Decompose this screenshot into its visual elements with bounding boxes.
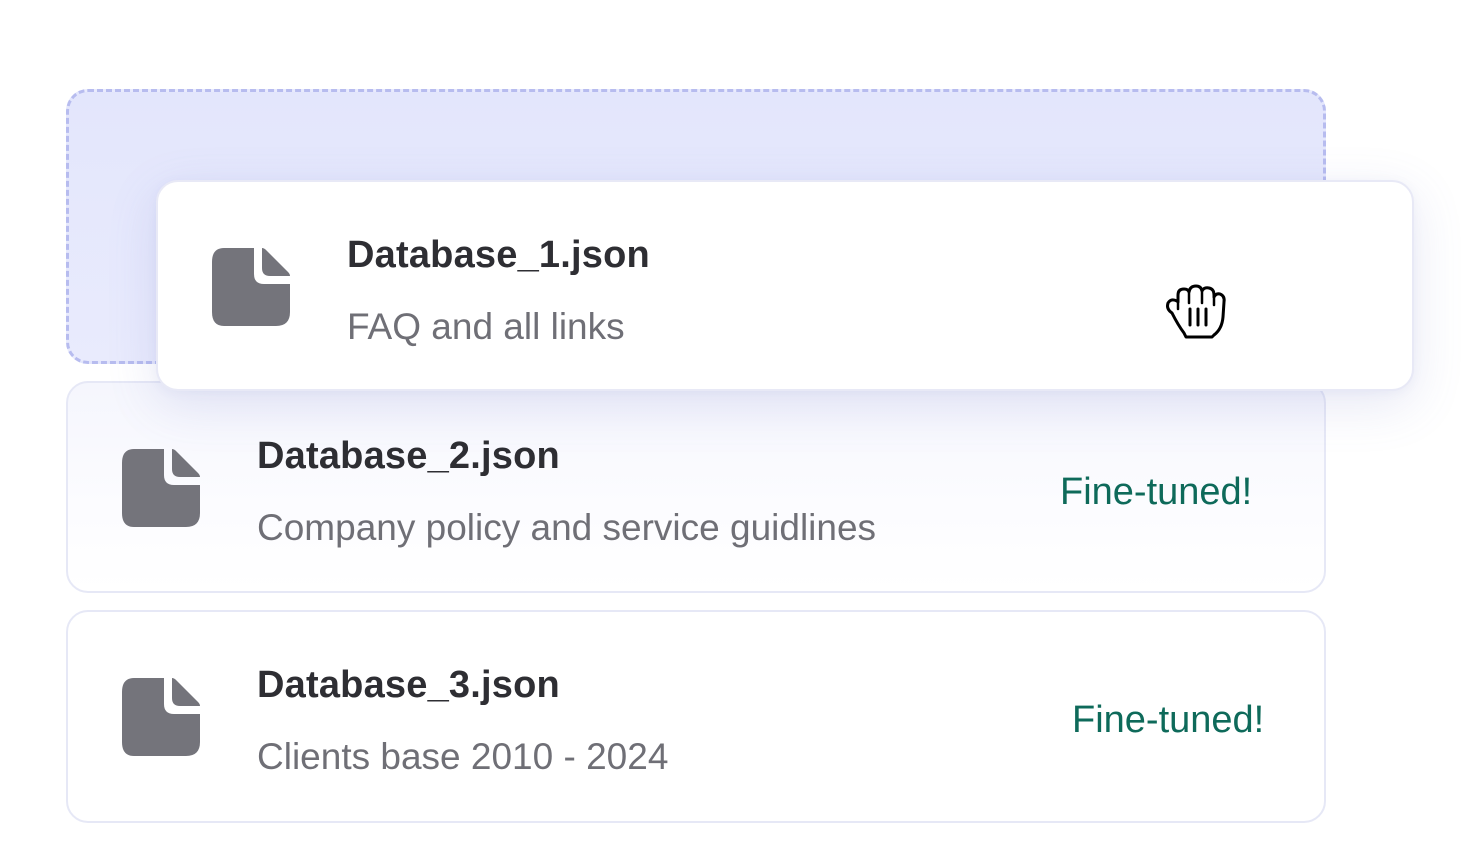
file-name: Database_2.json xyxy=(257,435,560,477)
file-description: Clients base 2010 - 2024 xyxy=(257,736,669,777)
file-list-stage: Database_2.json Company policy and servi… xyxy=(0,0,1462,841)
status-badge: Fine-tuned! xyxy=(1072,699,1265,741)
file-card-database-3[interactable]: Database_3.json Clients base 2010 - 2024… xyxy=(66,610,1326,823)
status-badge: Fine-tuned! xyxy=(1060,471,1253,513)
file-description: Company policy and service guidlines xyxy=(257,507,877,548)
document-icon xyxy=(120,447,202,529)
document-icon xyxy=(120,676,202,758)
file-name: Database_3.json xyxy=(257,664,560,706)
document-icon xyxy=(210,246,292,328)
file-card-database-2[interactable]: Database_2.json Company policy and servi… xyxy=(66,381,1326,593)
file-name: Database_1.json xyxy=(347,234,650,276)
file-description: FAQ and all links xyxy=(347,306,625,347)
grab-hand-cursor-icon xyxy=(1162,281,1230,341)
